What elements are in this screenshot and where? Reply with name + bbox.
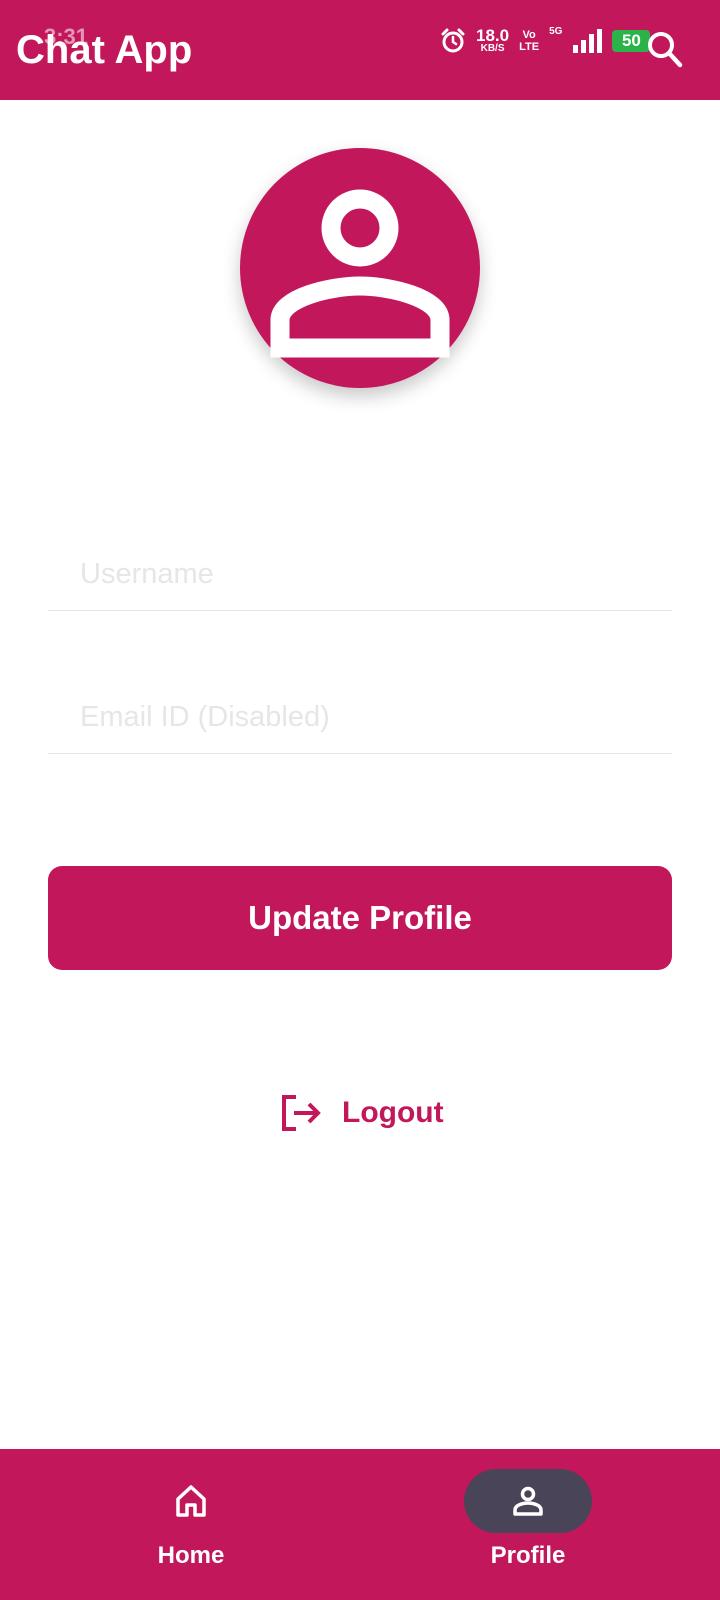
bottom-navigation: Home Profile [0,1449,720,1600]
nav-label-home: Home [157,1542,225,1569]
app-title: Chat App [16,28,193,72]
email-input[interactable] [80,697,640,737]
person-icon [512,1482,544,1520]
network-speed: 18.0 KB/S [476,26,510,54]
profile-avatar[interactable] [240,148,480,388]
logout-icon [280,1093,322,1133]
nav-label-profile: Profile [490,1542,566,1569]
volte-top: Vo [522,29,536,41]
email-field [48,683,672,754]
alarm-icon [440,28,466,54]
search-icon[interactable] [646,30,684,70]
logout-button[interactable]: Logout [280,1092,444,1134]
person-icon [270,189,450,358]
nav-item-home[interactable]: Home [91,1449,291,1600]
volte-indicator: Vo LTE [519,29,539,53]
app-bar: Chat App 3:31 18.0 KB/S Vo LTE 5G 50 [0,0,720,100]
username-input[interactable] [80,554,640,594]
signal-icon [572,28,603,54]
status-time: 3:31 [44,24,89,49]
volte-bottom: LTE [519,41,540,53]
home-icon [175,1482,207,1520]
status-icons: 18.0 KB/S Vo LTE 5G 50 [440,26,651,56]
network-type: 5G [549,26,563,37]
network-speed-value: 18.0 [476,26,510,45]
logout-label: Logout [342,1096,444,1129]
network-speed-unit: KB/S [480,43,505,54]
update-profile-button[interactable]: Update Profile [48,866,672,970]
username-field [48,540,672,611]
battery-indicator: 50 [612,30,651,52]
nav-item-profile[interactable]: Profile [428,1449,628,1600]
